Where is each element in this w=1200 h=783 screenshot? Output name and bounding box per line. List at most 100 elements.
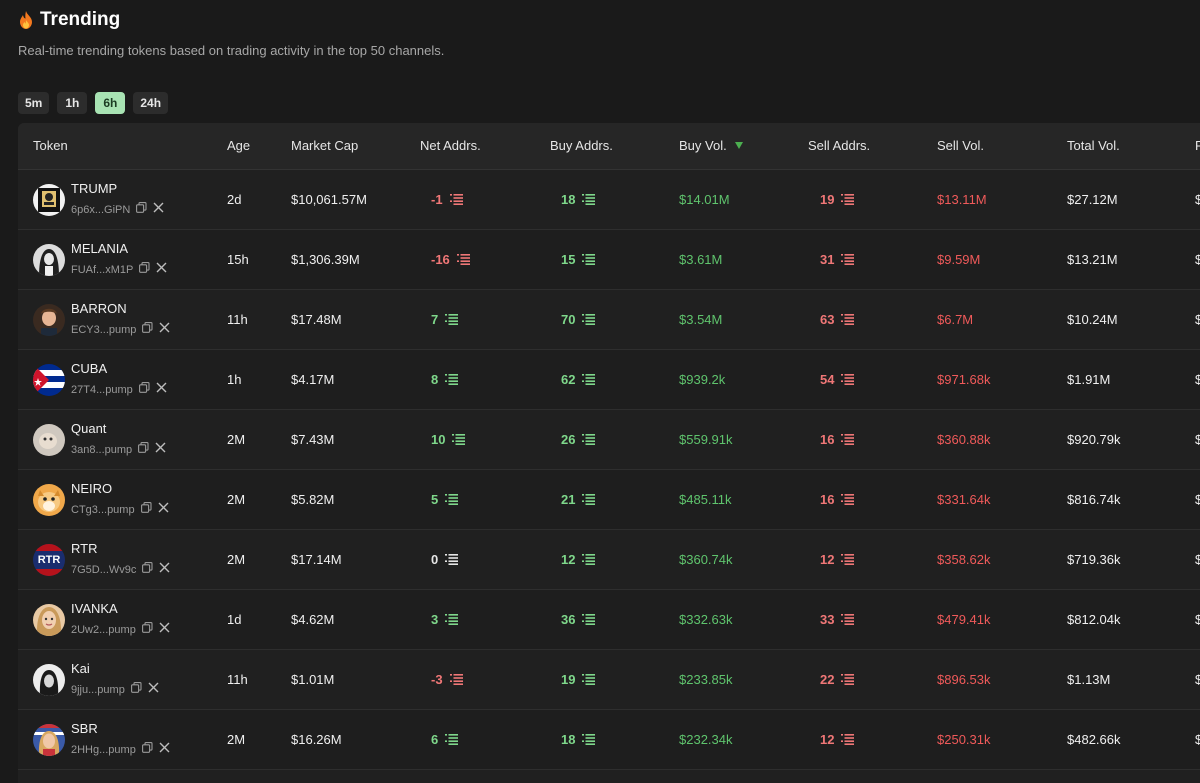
list-icon[interactable] bbox=[443, 192, 463, 207]
table-row[interactable]: TRUMP 6p6x...GiPN 2d $10,061.57M -1 18 $14.01M… bbox=[18, 170, 1200, 230]
table-row[interactable]: MELANIA FUAf...xM1P 15h $1,306.39M -16 15 $3.6… bbox=[18, 230, 1200, 290]
x-icon[interactable] bbox=[159, 322, 170, 337]
list-icon[interactable] bbox=[834, 312, 855, 327]
copy-icon[interactable] bbox=[140, 502, 152, 517]
list-icon[interactable] bbox=[438, 612, 459, 627]
x-icon[interactable] bbox=[148, 682, 159, 697]
table-row[interactable]: IVANKA 2Uw2...pump 1d $4.62M 3 36 $332.63k 33 $4… bbox=[18, 590, 1200, 650]
buy-addrs-cell[interactable]: 12 bbox=[561, 530, 596, 589]
copy-icon[interactable] bbox=[130, 682, 142, 697]
sell-addrs-cell[interactable]: 33 bbox=[820, 590, 855, 649]
list-icon[interactable] bbox=[834, 492, 855, 507]
x-icon[interactable] bbox=[156, 262, 167, 277]
list-icon[interactable] bbox=[450, 252, 470, 267]
list-icon[interactable] bbox=[575, 612, 596, 627]
net-addrs-cell[interactable]: -3 bbox=[431, 650, 463, 709]
sell-addrs-cell[interactable]: 63 bbox=[820, 290, 855, 349]
x-icon[interactable] bbox=[159, 562, 170, 577]
buy-addrs-cell[interactable]: 21 bbox=[561, 470, 596, 529]
list-icon[interactable] bbox=[575, 252, 596, 267]
table-row[interactable]: SBR 2HHg...pump 2M $16.26M 6 18 $232.34k 12 $250… bbox=[18, 710, 1200, 770]
list-icon[interactable] bbox=[575, 372, 596, 387]
net-addrs-cell[interactable]: 5 bbox=[431, 470, 459, 529]
list-icon[interactable] bbox=[575, 672, 596, 687]
buy-addrs-cell[interactable]: 36 bbox=[561, 590, 596, 649]
list-icon[interactable] bbox=[438, 372, 459, 387]
list-icon[interactable] bbox=[575, 552, 596, 567]
list-icon[interactable] bbox=[834, 432, 855, 447]
x-icon[interactable] bbox=[159, 742, 170, 757]
net-addrs-cell[interactable]: 6 bbox=[431, 710, 459, 769]
net-addrs-cell[interactable]: 7 bbox=[431, 290, 459, 349]
table-row[interactable]: NEIRO CTg3...pump 2M $5.82M 5 21 $485.11k 16 $33… bbox=[18, 470, 1200, 530]
buy-addrs-cell[interactable]: 70 bbox=[561, 290, 596, 349]
list-icon[interactable] bbox=[575, 312, 596, 327]
net-addrs-cell[interactable]: -16 bbox=[431, 230, 470, 289]
list-icon[interactable] bbox=[834, 552, 855, 567]
copy-icon[interactable] bbox=[138, 442, 149, 457]
net-addrs-cell[interactable]: 0 bbox=[431, 530, 459, 589]
table-row[interactable]: Kai 9jju...pump 11h $1.01M -3 19 $233.85k 22 $89… bbox=[18, 650, 1200, 710]
copy-icon[interactable] bbox=[139, 262, 150, 277]
copy-icon[interactable] bbox=[138, 382, 150, 397]
buy-addrs-cell[interactable]: 18 bbox=[561, 170, 596, 229]
table-row[interactable]: Quant 3an8...pump 2M $7.43M 10 26 $559.91k 16 $3… bbox=[18, 410, 1200, 470]
list-icon[interactable] bbox=[834, 612, 855, 627]
list-icon[interactable] bbox=[575, 432, 596, 447]
timeframe-1h[interactable]: 1h bbox=[57, 92, 88, 114]
column-header-sell-vol[interactable]: Sell Vol. bbox=[937, 123, 984, 169]
timeframe-5m[interactable]: 5m bbox=[18, 92, 50, 114]
sell-addrs-cell[interactable]: 54 bbox=[820, 350, 855, 409]
copy-icon[interactable] bbox=[136, 202, 147, 217]
x-icon[interactable] bbox=[159, 622, 170, 637]
sell-addrs-cell[interactable]: 16 bbox=[820, 470, 855, 529]
list-icon[interactable] bbox=[575, 732, 596, 747]
list-icon[interactable] bbox=[438, 312, 459, 327]
column-header-market-cap[interactable]: Market Cap bbox=[291, 123, 358, 169]
x-icon[interactable] bbox=[156, 382, 167, 397]
buy-addrs-cell[interactable]: 26 bbox=[561, 410, 596, 469]
table-row[interactable]: BARRON ECY3...pump 11h $17.48M 7 70 $3.54M 63 $6… bbox=[18, 290, 1200, 350]
net-addrs-cell[interactable]: -1 bbox=[431, 170, 463, 229]
timeframe-6h[interactable]: 6h bbox=[95, 92, 126, 114]
net-addrs-cell[interactable]: 8 bbox=[431, 350, 459, 409]
sell-addrs-cell[interactable]: 19 bbox=[820, 170, 855, 229]
column-header-token[interactable]: Token bbox=[33, 123, 68, 169]
column-header-age[interactable]: Age bbox=[227, 123, 250, 169]
copy-icon[interactable] bbox=[142, 322, 153, 337]
sell-addrs-cell[interactable]: 22 bbox=[820, 650, 855, 709]
sell-addrs-cell[interactable]: 12 bbox=[820, 710, 855, 769]
copy-icon[interactable] bbox=[142, 562, 153, 577]
sell-addrs-cell[interactable]: 31 bbox=[820, 230, 855, 289]
list-icon[interactable] bbox=[438, 492, 459, 507]
net-addrs-cell[interactable]: 10 bbox=[431, 410, 466, 469]
timeframe-24h[interactable]: 24h bbox=[133, 92, 169, 114]
list-icon[interactable] bbox=[443, 672, 463, 687]
x-icon[interactable] bbox=[153, 202, 164, 217]
sell-addrs-cell[interactable]: 12 bbox=[820, 530, 855, 589]
buy-addrs-cell[interactable]: 19 bbox=[561, 650, 596, 709]
list-icon[interactable] bbox=[834, 672, 855, 687]
buy-addrs-cell[interactable]: 62 bbox=[561, 350, 596, 409]
list-icon[interactable] bbox=[575, 492, 596, 507]
buy-addrs-cell[interactable]: 15 bbox=[561, 230, 596, 289]
table-row[interactable]: RTR RTR 7G5D...Wv9c 2M $17.14M 0 12 $360.74k 12 $… bbox=[18, 530, 1200, 590]
column-header-total-vol[interactable]: Total Vol. bbox=[1067, 123, 1120, 169]
list-icon[interactable] bbox=[575, 192, 596, 207]
table-row[interactable]: CUBA 27T4...pump 1h $4.17M 8 62 $939.2k 54 $971.… bbox=[18, 350, 1200, 410]
column-header-sell-addrs[interactable]: Sell Addrs. bbox=[808, 123, 870, 169]
x-icon[interactable] bbox=[158, 502, 169, 517]
column-header-buy-addrs[interactable]: Buy Addrs. bbox=[550, 123, 613, 169]
list-icon[interactable] bbox=[834, 192, 855, 207]
buy-addrs-cell[interactable]: 18 bbox=[561, 710, 596, 769]
list-icon[interactable] bbox=[834, 372, 855, 387]
sell-addrs-cell[interactable]: 16 bbox=[820, 410, 855, 469]
column-header-buy-vol[interactable]: Buy Vol. bbox=[679, 123, 743, 169]
list-icon[interactable] bbox=[438, 732, 459, 747]
column-header-cut-off[interactable]: F bbox=[1195, 123, 1200, 169]
list-icon[interactable] bbox=[445, 432, 466, 447]
list-icon[interactable] bbox=[834, 252, 855, 267]
column-header-net-addrs[interactable]: Net Addrs. bbox=[420, 123, 481, 169]
copy-icon[interactable] bbox=[141, 742, 153, 757]
copy-icon[interactable] bbox=[141, 622, 153, 637]
